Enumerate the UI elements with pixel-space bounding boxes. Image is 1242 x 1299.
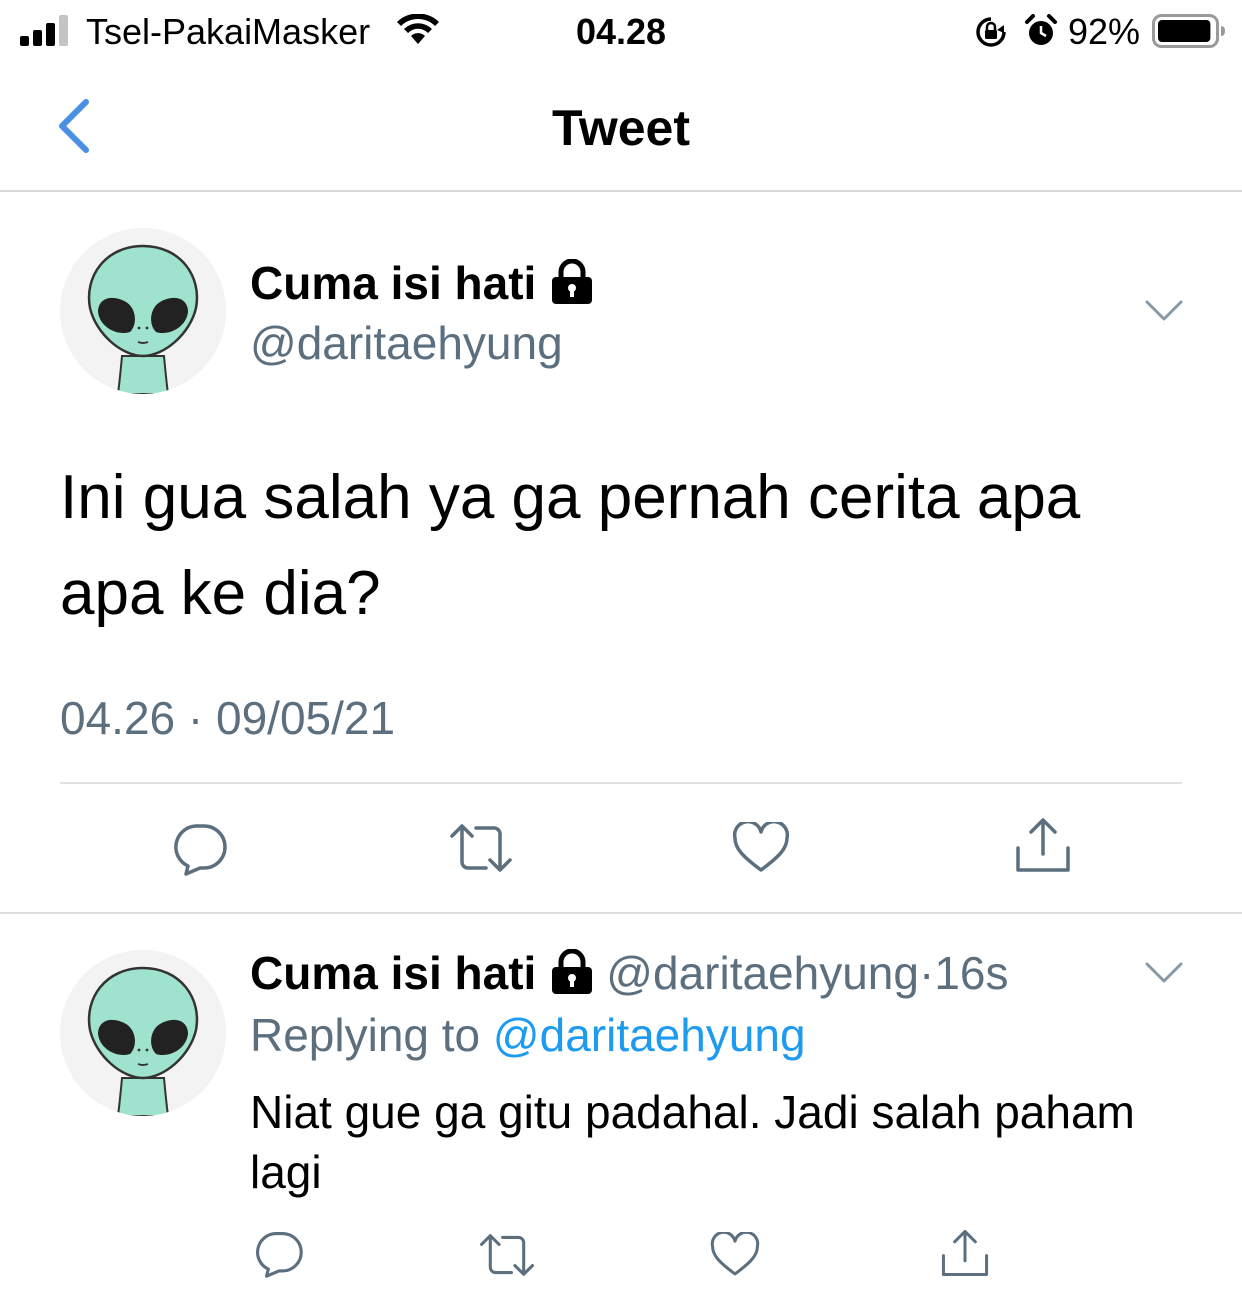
divider (60, 782, 1182, 784)
nav-header: Tweet (0, 64, 1242, 192)
replying-to-label: Replying to (250, 1009, 481, 1061)
display-name[interactable]: Cuma isi hati (250, 256, 594, 310)
reply-button[interactable] (254, 1230, 304, 1278)
retweet-icon (450, 824, 512, 872)
like-icon (710, 1230, 760, 1276)
tweet-time[interactable]: 16s (934, 947, 1008, 999)
alien-avatar-image (60, 950, 226, 1116)
tweet-text: Niat gue ga gitu padahal. Jadi salah pah… (250, 1086, 1135, 1198)
avatar[interactable] (60, 228, 226, 394)
retweet-button[interactable] (448, 822, 514, 874)
replying-to: Replying to @daritaehyung (250, 1008, 806, 1062)
rotation-lock-icon (976, 17, 1006, 47)
page-title: Tweet (552, 100, 690, 156)
reply-icon (174, 824, 227, 876)
reply-header: Cuma isi hati @daritaehyung·16s (250, 946, 1008, 1000)
share-button[interactable] (1014, 816, 1072, 874)
status-bar: Tsel-PakaiMasker 04.28 92% (0, 0, 1242, 64)
divider (0, 912, 1242, 914)
lock-icon (552, 259, 593, 304)
display-name[interactable]: Cuma isi hati (250, 947, 536, 999)
share-button[interactable] (940, 1228, 990, 1278)
reply-button[interactable] (172, 822, 228, 876)
like-button[interactable] (732, 819, 790, 874)
retweet-icon (479, 1234, 535, 1276)
retweet-button[interactable] (478, 1232, 536, 1278)
like-button[interactable] (710, 1230, 760, 1278)
battery-icon (1152, 14, 1225, 48)
chevron-down-icon[interactable] (1144, 298, 1184, 324)
tweet-timestamp[interactable]: 04.26 · 09/05/21 (60, 690, 395, 746)
alarm-icon (1025, 14, 1057, 45)
like-icon (732, 819, 790, 872)
user-handle[interactable]: @daritaehyung (250, 316, 563, 370)
tweet-text: Ini gua salah ya ga pernah cerita apa ap… (60, 463, 1081, 628)
lock-icon (552, 949, 593, 994)
mention-link[interactable]: @daritaehyung (493, 1009, 806, 1061)
share-icon (941, 1229, 989, 1277)
reply-icon (256, 1232, 303, 1278)
separator: · (918, 947, 935, 999)
alien-avatar-image (60, 228, 226, 394)
battery-percent: 92% (1068, 11, 1141, 52)
user-handle[interactable]: @daritaehyung (606, 947, 919, 999)
avatar[interactable] (60, 950, 226, 1116)
chevron-down-icon[interactable] (1144, 960, 1184, 986)
share-icon (1016, 818, 1070, 872)
